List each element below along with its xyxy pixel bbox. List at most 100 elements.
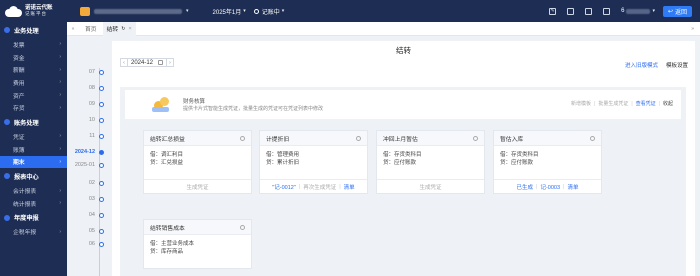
logo-subtitle: 记账平台 — [25, 11, 47, 16]
timeline-period-05[interactable]: 05 — [72, 227, 106, 235]
timeline-period-04[interactable]: 04 — [72, 211, 106, 219]
settings-icon[interactable] — [356, 135, 361, 141]
page-title: 结转 — [396, 46, 411, 55]
voucher-number-link[interactable]: "记-0012" — [272, 183, 295, 191]
document-icon[interactable] — [567, 7, 575, 15]
company-selector[interactable]: ▾ — [80, 6, 189, 16]
timeline-period-03[interactable]: 03 — [72, 195, 106, 203]
sidebar-section-annual[interactable]: 年度申报 — [0, 210, 67, 226]
content-area: 财务核算 提供卡片式智能生成凭证，批量生成的凭证可在凭证列表中修改 新增模板 |… — [120, 87, 686, 276]
sidebar-section-reports[interactable]: 报表中心 — [0, 168, 67, 184]
sidebar-item-inventory[interactable]: 存货 › — [0, 101, 67, 114]
timeline-period-02[interactable]: 02 — [72, 179, 106, 187]
collapse-button[interactable]: 收起 — [663, 100, 673, 107]
voucher-number-link[interactable]: 记-0003 — [540, 183, 560, 191]
list-link[interactable]: 清单 — [567, 183, 578, 191]
list-link[interactable]: 清单 — [344, 183, 355, 191]
tab-home[interactable]: 首页 — [85, 24, 97, 33]
card-credit: 贷：库存商品 — [150, 249, 184, 255]
sidebar-item-assets[interactable]: 资产 › — [0, 89, 67, 102]
tab-scroll-right-icon[interactable]: » — [691, 26, 694, 32]
settings-icon[interactable] — [240, 135, 245, 141]
card-credit: 贷：累计折旧 — [266, 160, 300, 166]
add-template-button[interactable]: 新增模板 — [571, 100, 591, 107]
timeline-period-10[interactable]: 10 — [72, 116, 106, 124]
card-exchange-pl: 结转汇总损益 借：调汇利目 贷：汇兑损益 生成凭证 — [143, 130, 252, 194]
back-arrow-icon: ↩ — [667, 8, 673, 15]
sidebar: 业务处理 发票 › 资金 › 薪酬 › 费用 › 资产 › 存货 › 账务处理 凭证 › 账簿… — [0, 22, 67, 276]
bookkeeping-status[interactable]: 记账中 ▾ — [253, 7, 284, 16]
batch-generate-button[interactable]: 批量生成凭证 — [598, 100, 628, 107]
timeline-dot-icon — [99, 228, 104, 234]
chevron-down-icon: ▾ — [186, 8, 189, 14]
generate-voucher-button[interactable]: 生成凭证 — [186, 183, 208, 191]
period-input[interactable]: 2024-12 — [128, 58, 166, 67]
chevron-right-icon: › — [59, 200, 61, 207]
timeline-period-08[interactable]: 08 — [72, 84, 106, 92]
sidebar-item-invoice[interactable]: 发票 › — [0, 38, 67, 51]
main-panel: 结转 ‹ 2024-12 › 进入旧版模式 模板设置 财务核算 提供卡片式智能生… — [112, 41, 695, 276]
timeline-label: 10 — [88, 117, 95, 123]
next-period-button[interactable]: › — [166, 58, 174, 67]
generated-status: 已生成 — [516, 184, 534, 191]
sidebar-section-business[interactable]: 业务处理 — [0, 22, 67, 38]
notification-icon[interactable] — [603, 7, 611, 15]
card-estimate-stock-in: 暂估入库 借：存货类科目 贷：应付账款 已生成 | 记-0003 | 清单 — [493, 130, 602, 194]
timeline-period-09[interactable]: 09 — [72, 100, 106, 108]
finance-accounting-banner: 财务核算 提供卡片式智能生成凭证，批量生成的凭证可在凭证列表中修改 新增模板 |… — [125, 90, 681, 119]
chevron-right-icon: › — [59, 228, 61, 235]
settings-icon[interactable] — [590, 135, 595, 141]
timeline-dot-icon — [99, 117, 104, 123]
tab-carry-forward[interactable]: 结转 ↻ × — [102, 21, 136, 36]
back-button[interactable]: ↩ 返回 — [662, 5, 692, 17]
section-icon — [4, 27, 10, 33]
timeline-period-06[interactable]: 06 — [72, 240, 106, 248]
company-name-redacted — [94, 8, 182, 14]
timeline-period-11[interactable]: 11 — [72, 132, 106, 140]
timeline-label: 2025-01 — [74, 162, 95, 168]
sidebar-item-voucher[interactable]: 凭证 › — [0, 130, 67, 143]
timeline-dot-icon — [99, 101, 104, 107]
generate-voucher-button[interactable]: 生成凭证 — [419, 183, 441, 191]
chevron-right-icon: › — [59, 104, 61, 111]
prev-period-button[interactable]: ‹ — [120, 58, 128, 67]
grid-icon[interactable] — [585, 7, 593, 15]
settings-icon[interactable] — [473, 135, 478, 141]
sidebar-item-statistics-reports[interactable]: 统计报表 › — [0, 197, 67, 210]
regenerate-voucher-button[interactable]: 再次生成凭证 — [303, 183, 336, 191]
sidebar-section-accounting[interactable]: 账务处理 — [0, 114, 67, 130]
refresh-icon[interactable]: ↻ — [121, 26, 125, 32]
logo[interactable]: 诺诺云代账 记账平台 — [0, 5, 70, 17]
user-name-redacted — [626, 8, 651, 14]
timeline-label: 03 — [88, 196, 95, 202]
period-selector[interactable]: 2025年1月 ▾ — [213, 7, 246, 16]
status-label: 记账中 — [261, 9, 280, 16]
sidebar-item-annual-tax-report[interactable]: 企税年报 › — [0, 226, 67, 239]
timeline-label: 05 — [88, 228, 95, 234]
sidebar-item-expense[interactable]: 费用 › — [0, 76, 67, 89]
card-debit: 借：调汇利目 — [150, 152, 184, 158]
settings-icon[interactable] — [240, 224, 245, 230]
template-settings-link[interactable]: 模板设置 — [666, 61, 688, 69]
timeline-label: 04 — [88, 212, 95, 218]
sidebar-item-funds[interactable]: 资金 › — [0, 51, 67, 64]
sidebar-item-accounting-reports[interactable]: 会计报表 › — [0, 184, 67, 197]
timeline-period-07[interactable]: 07 — [72, 68, 106, 76]
timeline-period-2024-12[interactable]: 2024-12 — [72, 148, 106, 156]
card-title: 结转销售成本 — [150, 225, 185, 232]
tab-scroll-left-icon[interactable]: « — [67, 26, 79, 32]
timeline-period-2025-01[interactable]: 2025-01 — [72, 161, 106, 169]
card-credit: 贷：汇兑损益 — [150, 160, 184, 166]
sidebar-item-ledger[interactable]: 账簿 › — [0, 143, 67, 156]
view-voucher-button[interactable]: 查看凭证 — [636, 100, 656, 107]
edit-icon[interactable]: ✎ — [549, 7, 557, 15]
chevron-right-icon: › — [59, 158, 61, 165]
enter-old-mode-link[interactable]: 进入旧版模式 — [625, 61, 658, 69]
sidebar-item-period-end[interactable]: 期末 › — [0, 155, 67, 169]
user-menu[interactable]: 6 ▾ — [621, 8, 655, 14]
sidebar-item-salary[interactable]: 薪酬 › — [0, 63, 67, 76]
close-icon[interactable]: × — [128, 26, 131, 32]
card-debit: 借：主营业务成本 — [150, 241, 195, 247]
user-name: 6 — [621, 8, 625, 14]
card-debit: 借：存货类科目 — [383, 152, 422, 158]
